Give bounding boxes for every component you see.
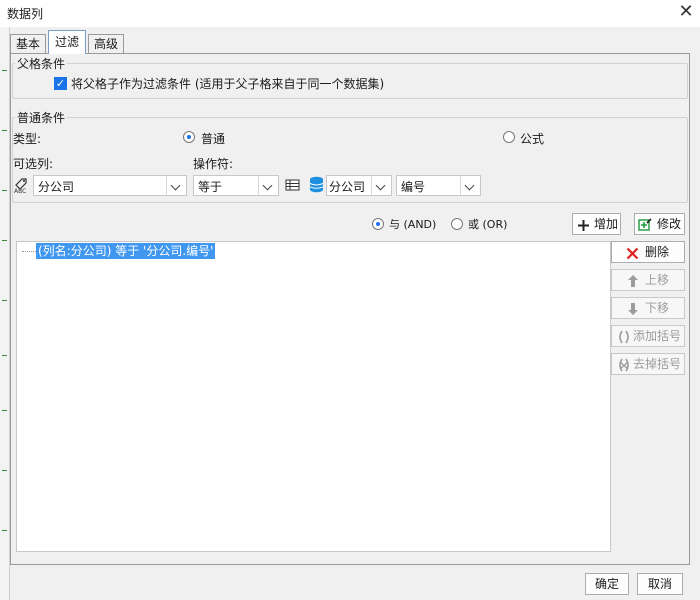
add-condition-button[interactable]: 增加 bbox=[572, 213, 621, 235]
modify-button-label: 修改 bbox=[657, 217, 682, 231]
remove-bracket-label: 去掉括号 bbox=[633, 357, 682, 371]
delete-button-label: 删除 bbox=[645, 245, 670, 259]
move-down-button[interactable]: 下移 bbox=[611, 297, 685, 319]
type-normal-radio[interactable] bbox=[183, 131, 195, 143]
tab-basic[interactable]: 基本 bbox=[10, 34, 46, 53]
edit-icon bbox=[638, 217, 653, 232]
move-down-label: 下移 bbox=[645, 301, 670, 315]
add-button-label: 增加 bbox=[594, 217, 619, 231]
close-icon[interactable]: ✕ bbox=[676, 2, 696, 22]
tab-advanced[interactable]: 高级 bbox=[88, 34, 124, 53]
database-icon bbox=[309, 176, 324, 193]
logic-and-radio[interactable] bbox=[372, 218, 384, 230]
remove-bracket-icon bbox=[616, 357, 632, 373]
parent-condition-legend: 父格条件 bbox=[15, 55, 68, 72]
type-label: 类型: bbox=[13, 132, 42, 146]
background-app-edge bbox=[0, 0, 10, 600]
ok-button[interactable]: 确定 bbox=[585, 573, 629, 595]
condition-list[interactable]: (列名:分公司) 等于 '分公司.编号' bbox=[16, 241, 611, 552]
modify-condition-button[interactable]: 修改 bbox=[634, 213, 685, 235]
tab-filter[interactable]: 过滤 bbox=[48, 30, 86, 54]
delete-button[interactable]: 删除 bbox=[611, 241, 685, 263]
table-icon[interactable] bbox=[285, 179, 301, 191]
title-bar bbox=[0, 0, 700, 27]
svg-text:ABC: ABC bbox=[14, 188, 26, 194]
add-bracket-button[interactable]: 添加括号 bbox=[611, 325, 685, 347]
add-bracket-label: 添加括号 bbox=[633, 329, 682, 343]
type-formula-label: 公式 bbox=[520, 132, 545, 146]
column-select[interactable]: 分公司 bbox=[33, 175, 187, 196]
field-select-value: 编号 bbox=[401, 180, 426, 194]
move-up-label: 上移 bbox=[645, 273, 670, 287]
operator-label: 操作符: bbox=[193, 157, 234, 171]
arrow-up-icon bbox=[627, 274, 639, 288]
condition-list-item[interactable]: (列名:分公司) 等于 '分公司.编号' bbox=[36, 243, 216, 259]
delete-x-icon bbox=[626, 246, 639, 260]
window-title: 数据列 bbox=[7, 7, 44, 21]
logic-or-label: 或 (OR) bbox=[468, 218, 508, 231]
type-formula-radio[interactable] bbox=[503, 131, 515, 143]
column-label: 可选列: bbox=[13, 157, 54, 171]
chevron-down-icon bbox=[460, 176, 480, 195]
operator-select-value: 等于 bbox=[198, 180, 223, 194]
checkmark-icon: ✓ bbox=[55, 77, 66, 90]
cancel-button[interactable]: 取消 bbox=[637, 573, 683, 595]
dataset-column-select[interactable]: 分公司 bbox=[326, 175, 392, 196]
operator-select[interactable]: 等于 bbox=[193, 175, 279, 196]
parent-filter-checkbox-label: 将父格子作为过滤条件 (适用于父子格来自于同一个数据集) bbox=[71, 77, 385, 91]
remove-bracket-button[interactable]: 去掉括号 bbox=[611, 353, 685, 375]
add-bracket-icon bbox=[616, 329, 632, 345]
chevron-down-icon bbox=[258, 176, 278, 195]
chevron-down-icon bbox=[371, 176, 391, 195]
tree-connector bbox=[22, 251, 36, 252]
normal-condition-legend: 普通条件 bbox=[15, 109, 68, 126]
type-normal-label: 普通 bbox=[201, 132, 226, 146]
move-up-button[interactable]: 上移 bbox=[611, 269, 685, 291]
arrow-down-icon bbox=[627, 302, 639, 316]
abc-column-icon: ABC bbox=[13, 176, 33, 195]
dataset-column-value: 分公司 bbox=[329, 180, 366, 194]
logic-or-radio[interactable] bbox=[451, 218, 463, 230]
plus-icon bbox=[577, 218, 590, 231]
field-select[interactable]: 编号 bbox=[396, 175, 481, 196]
column-select-value: 分公司 bbox=[38, 180, 75, 194]
parent-filter-checkbox[interactable]: ✓ bbox=[54, 77, 67, 90]
logic-and-label: 与 (AND) bbox=[389, 218, 437, 231]
chevron-down-icon bbox=[166, 176, 186, 195]
